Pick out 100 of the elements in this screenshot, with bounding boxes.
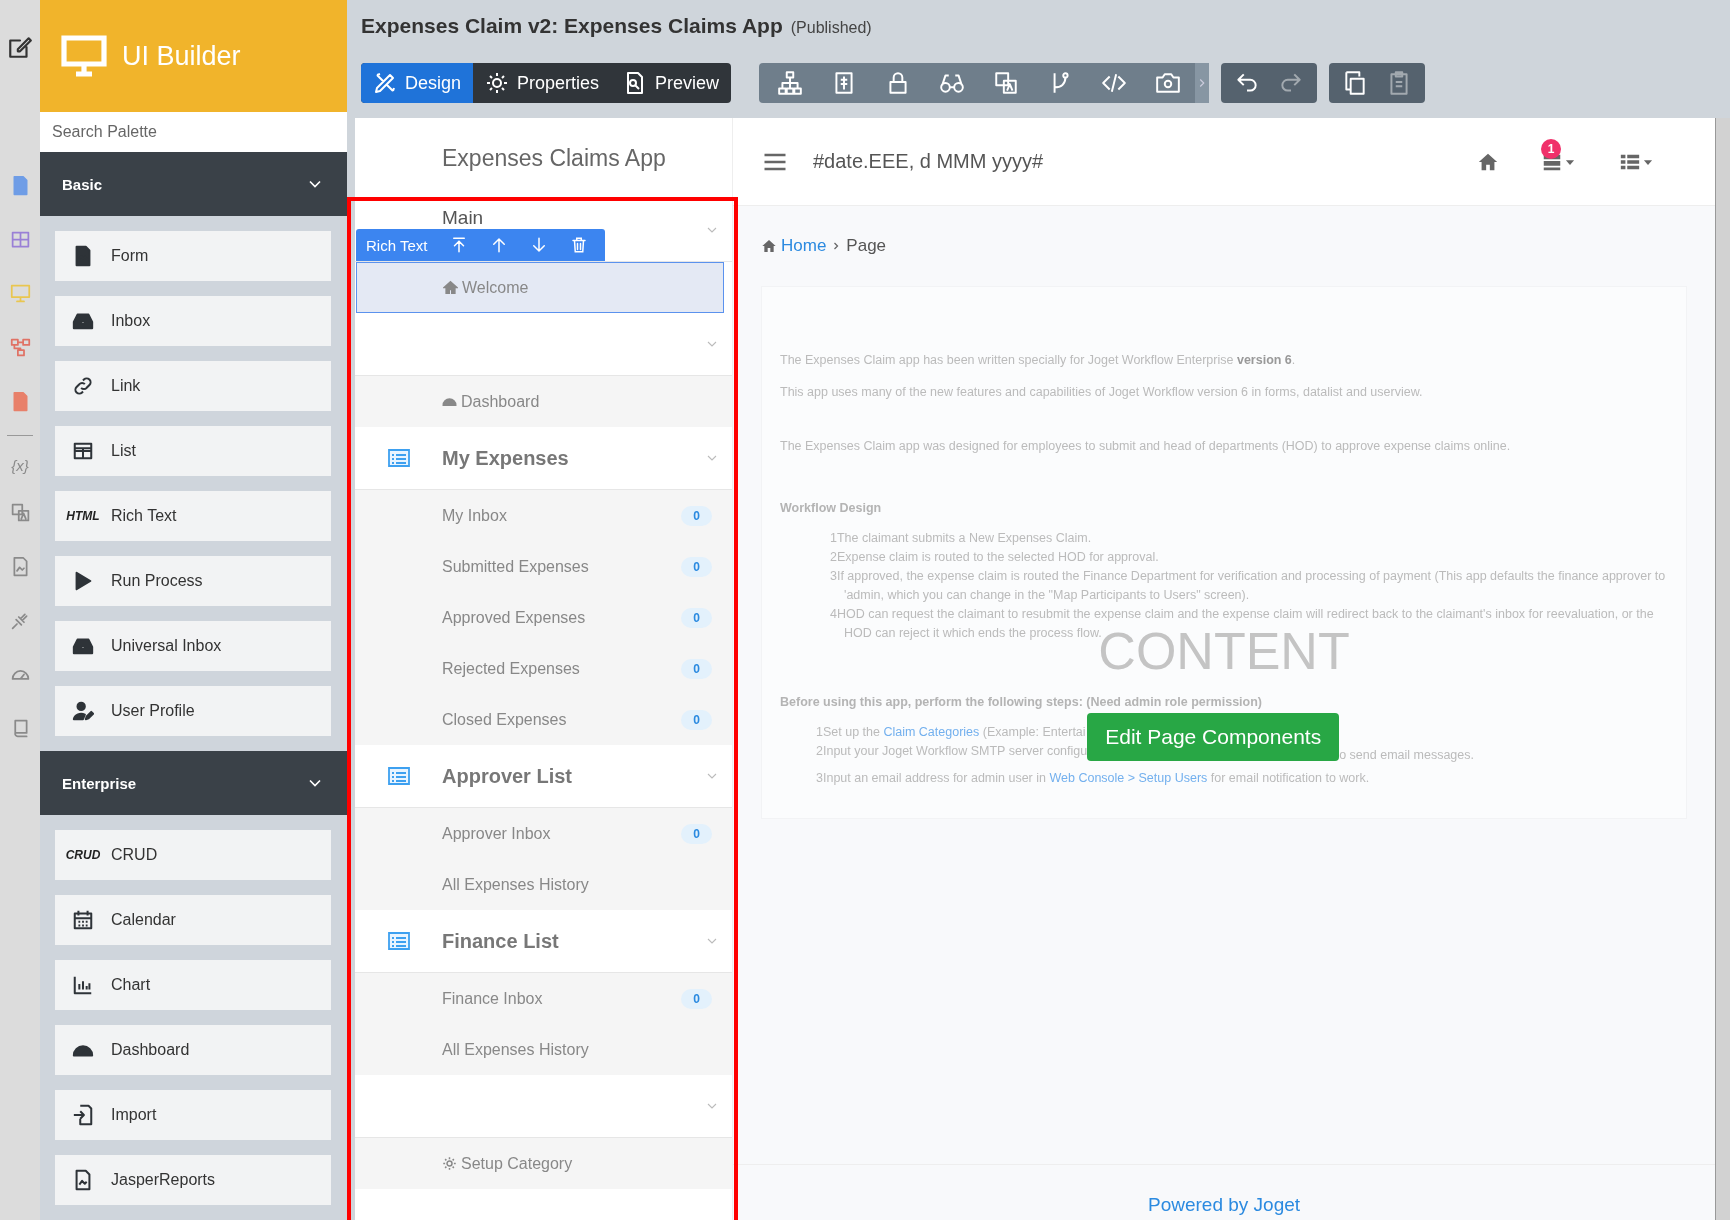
breadcrumb-link[interactable]: Home [781, 236, 827, 256]
list-icon [385, 446, 412, 470]
paragraph: The Expenses Claim app was designed for employees to submit and head of departments (HOD) to approve expense claims online. [780, 439, 1512, 453]
variable-icon[interactable]: {x} [11, 457, 29, 474]
publish-status: (Published) [790, 19, 872, 37]
palette-item[interactable]: Calendar [55, 895, 331, 945]
palette-item[interactable]: Universal Inbox [55, 621, 331, 671]
list-icon [385, 929, 412, 953]
menu-section-title: Approver List [442, 764, 574, 788]
mode-tab[interactable]: Design [361, 63, 474, 103]
step-text: 1Set up the Claim Categories (Example: Entertai [816, 724, 1087, 741]
palette-item-label: Run Process [111, 572, 203, 590]
step-text: o send email messages. [1339, 747, 1475, 764]
settings-icon [442, 1156, 457, 1171]
palette-item-label: Import [111, 1106, 157, 1124]
paragraph: The Expenses Claim app has been written specially for Joget Workflow Enterprise version 6. [780, 353, 1297, 367]
palette-item[interactable]: CRUD CRUD [55, 830, 331, 880]
mode-tab[interactable]: Preview [611, 63, 732, 103]
mode-tab[interactable]: Properties [473, 63, 612, 103]
flowchart-icon[interactable] [9, 337, 31, 358]
paragraph: This app uses many of the new features and capabilities of Joget Workflow version 6 in forms, datalist and userview. [780, 385, 1424, 399]
group-header[interactable]: Basic [40, 152, 347, 216]
palette-item[interactable]: Link [55, 361, 331, 411]
count-badge: 0 [681, 556, 712, 577]
menu-item[interactable]: Approver Inbox 0 [355, 808, 732, 859]
palette-item[interactable]: Inbox [55, 296, 331, 346]
edit-page-components-button[interactable]: Edit Page Components [1087, 713, 1340, 761]
palette-item-label: Calendar [111, 911, 176, 929]
menu-item[interactable]: Finance Inbox 0 [355, 973, 732, 1024]
scrollbar[interactable] [1715, 118, 1730, 1220]
menu-item-label: All Expenses History [442, 875, 589, 894]
menu-title: Expenses Claims App [442, 144, 666, 172]
menu-item[interactable]: My Inbox 0 [355, 490, 732, 541]
settings-icon [485, 71, 510, 95]
palette-item-label: Rich Text [111, 507, 177, 525]
count-badge: 0 [681, 505, 712, 526]
menu-item[interactable]: All Expenses History [355, 1024, 732, 1075]
menu-item[interactable]: Closed Expenses 0 [355, 694, 732, 745]
search-field[interactable]: Search Palette [40, 112, 347, 152]
palette-item[interactable]: HTML Rich Text [55, 491, 331, 541]
palette-item-label: User Profile [111, 702, 195, 720]
menu-item-label: Welcome [443, 278, 529, 297]
palette-item[interactable]: Import [55, 1090, 331, 1140]
palette-item-label: JasperReports [111, 1171, 216, 1189]
menu-item[interactable]: Dashboard [355, 376, 732, 427]
chevron-right-icon[interactable] [1195, 63, 1210, 103]
menu-item[interactable]: Rejected Expenses 0 [355, 643, 732, 694]
group-header[interactable]: Enterprise [40, 751, 347, 815]
palette-item[interactable]: Dashboard [55, 1025, 331, 1075]
format-icon: HTML [66, 509, 100, 523]
notification-badge: 1 [1541, 138, 1561, 159]
menu-item[interactable]: Approved Expenses 0 [355, 592, 732, 643]
home-icon [761, 238, 777, 254]
page-title: Expenses Claim v2: Expenses Claims App [361, 14, 783, 38]
menu-item[interactable]: Setup Category [355, 1138, 732, 1189]
palette-item[interactable]: Run Process [55, 556, 331, 606]
step-text: 3If approved, the expense claim is routed the Finance Department for verification and processing of payment (This app defaults the finance approver to 'admin, which you can change in the "Map Participants to Users" screen). [829, 568, 1667, 604]
menu-item-label: Approver Inbox [442, 824, 551, 843]
step-text: 2Expense claim is routed to the selected HOD for approval. [829, 549, 1160, 566]
home-icon [443, 280, 458, 295]
palette-item[interactable]: User Profile [55, 686, 331, 736]
step-text: 1The claimant submits a New Expenses Claim. [829, 530, 1093, 547]
menu-item-label: My Inbox [442, 506, 507, 525]
palette-item-label: Dashboard [111, 1041, 190, 1059]
palette-item[interactable]: JasperReports [55, 1155, 331, 1205]
menu-section-title: Main [442, 207, 485, 229]
palette-item-label: List [111, 442, 136, 460]
section-heading: Workflow Design [780, 501, 883, 515]
footer-link[interactable]: Powered by Joget [1147, 1194, 1301, 1216]
user-icon [72, 700, 94, 722]
section-heading: Before using this app, perform the following steps: (Need admin role permission) [780, 695, 1263, 709]
import-icon [72, 1104, 94, 1126]
menu-item-label: All Expenses History [442, 1040, 589, 1059]
palette-item-label: Inbox [111, 312, 151, 330]
calendar-icon [72, 909, 94, 931]
count-badge: 0 [681, 988, 712, 1009]
monitor-icon [60, 32, 108, 80]
palette-item-label: Chart [111, 976, 151, 994]
step-text: 2Input your Joget Workflow SMTP server configu [816, 743, 1088, 760]
table-icon [72, 440, 94, 462]
menu-item[interactable]: Submitted Expenses 0 [355, 541, 732, 592]
edit-icon[interactable] [7, 34, 33, 60]
text-link[interactable]: Web Console > Setup Users [1049, 771, 1208, 785]
count-badge: 0 [681, 658, 712, 679]
app-title: UI Builder [122, 40, 241, 72]
grid-icon[interactable] [9, 229, 31, 250]
text-link[interactable]: Claim Categories [883, 725, 980, 739]
palette-item[interactable]: Chart [55, 960, 331, 1010]
element-type-label: Rich Text [366, 236, 428, 254]
menu-item[interactable]: All Expenses History [355, 859, 732, 910]
menu-item-label: Dashboard [442, 392, 540, 411]
menu-section-title: Finance List [442, 929, 560, 953]
palette-item-label: Link [111, 377, 141, 395]
menu-item-label: Approved Expenses [442, 608, 586, 627]
menu-item[interactable]: Welcome [356, 262, 724, 313]
palette-item-label: CRUD [111, 846, 158, 864]
palette-item[interactable]: Form [55, 231, 331, 281]
pencil-ruler-icon [373, 71, 397, 95]
translate-icon[interactable] [9, 502, 31, 523]
palette-item[interactable]: List [55, 426, 331, 476]
